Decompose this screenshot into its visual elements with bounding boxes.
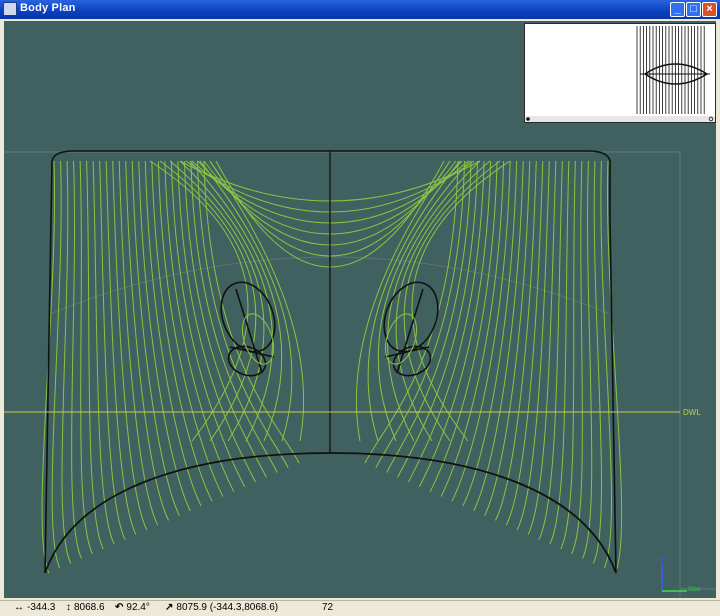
deck-outline: [51, 150, 611, 221]
axis-stbd-label: Stbd: [688, 587, 700, 593]
status-angle: ↶ 92.4°: [115, 602, 150, 613]
axis-indicator: Up Stbd: [657, 557, 700, 593]
section-line-left: [71, 160, 83, 559]
section-line-right: [538, 160, 563, 540]
section-line-left: [92, 160, 115, 545]
section-line-left: [131, 160, 180, 516]
section-line-left: [79, 160, 93, 555]
status-x-value: -344.3: [27, 602, 56, 613]
waterline-label: DWL: [683, 408, 701, 417]
status-count: 72: [322, 602, 333, 613]
section-line-right: [581, 160, 593, 559]
preview-drawing: [525, 26, 715, 122]
status-distance-value: 8075.9 (-344.3,8068.6): [176, 602, 279, 613]
plan-preview-thumbnail[interactable]: [524, 23, 716, 123]
status-distance: ↗ 8075.9 (-344.3,8068.6): [165, 602, 278, 613]
section-line-right: [571, 160, 583, 555]
title-bar[interactable]: Body Plan _ □ ×: [0, 0, 720, 19]
section-line-left: [61, 160, 72, 564]
section-line-inner-left: [179, 160, 273, 442]
section-line-inner-right: [387, 160, 481, 442]
close-button[interactable]: ×: [702, 2, 717, 17]
status-y-value: 8068.6: [74, 602, 105, 613]
hull-bottom-arc: [44, 452, 617, 574]
preview-scrollbar[interactable]: [525, 116, 715, 122]
hull-left-side: [44, 160, 53, 574]
body-plan-viewport[interactable]: DWL × Up Stbd: [4, 21, 716, 598]
window-title: Body Plan: [20, 2, 76, 14]
section-line-left: [112, 160, 148, 531]
section-lines: [41, 160, 623, 574]
section-line-left: [164, 160, 235, 492]
origin-marker: ×: [398, 260, 402, 267]
section-line-right: [462, 160, 518, 507]
preview-scroll-handle-left[interactable]: [526, 117, 530, 121]
diagonal-arrows-icon: ↗: [165, 602, 174, 613]
section-line-inner-left: [169, 160, 265, 442]
status-angle-value: 92.4°: [126, 602, 150, 613]
section-line-left: [51, 160, 62, 569]
axis-up-label: Up: [657, 557, 665, 563]
section-line-left: [118, 160, 159, 526]
body-plan-window: Body Plan _ □ × DWL × Up Stbd ↔ -344.3 ↕…: [0, 0, 720, 616]
status-y: ↕ 8068.6: [66, 602, 105, 613]
status-count-value: 72: [322, 602, 334, 613]
status-x: ↔ -344.3: [14, 602, 55, 613]
vertical-arrows-icon: ↕: [66, 602, 71, 613]
window-icon[interactable]: [3, 2, 17, 16]
minimize-button[interactable]: _: [670, 2, 685, 17]
horizontal-arrows-icon: ↔: [14, 602, 24, 613]
status-bar: ↔ -344.3 ↕ 8068.6 ↶ 92.4° ↗ 8075.9 (-344.3,8…: [0, 600, 720, 616]
section-line-right: [429, 160, 498, 492]
section-line-right: [549, 160, 570, 545]
section-line-left: [138, 160, 191, 512]
section-line-right: [516, 160, 550, 531]
rotate-icon: ↶: [115, 602, 124, 613]
section-line-right: [592, 160, 602, 564]
section-line-right: [560, 160, 576, 550]
section-line-left: [203, 160, 300, 464]
section-line-right: [505, 160, 544, 526]
maximize-button[interactable]: □: [686, 2, 701, 17]
section-line-right: [484, 160, 531, 516]
